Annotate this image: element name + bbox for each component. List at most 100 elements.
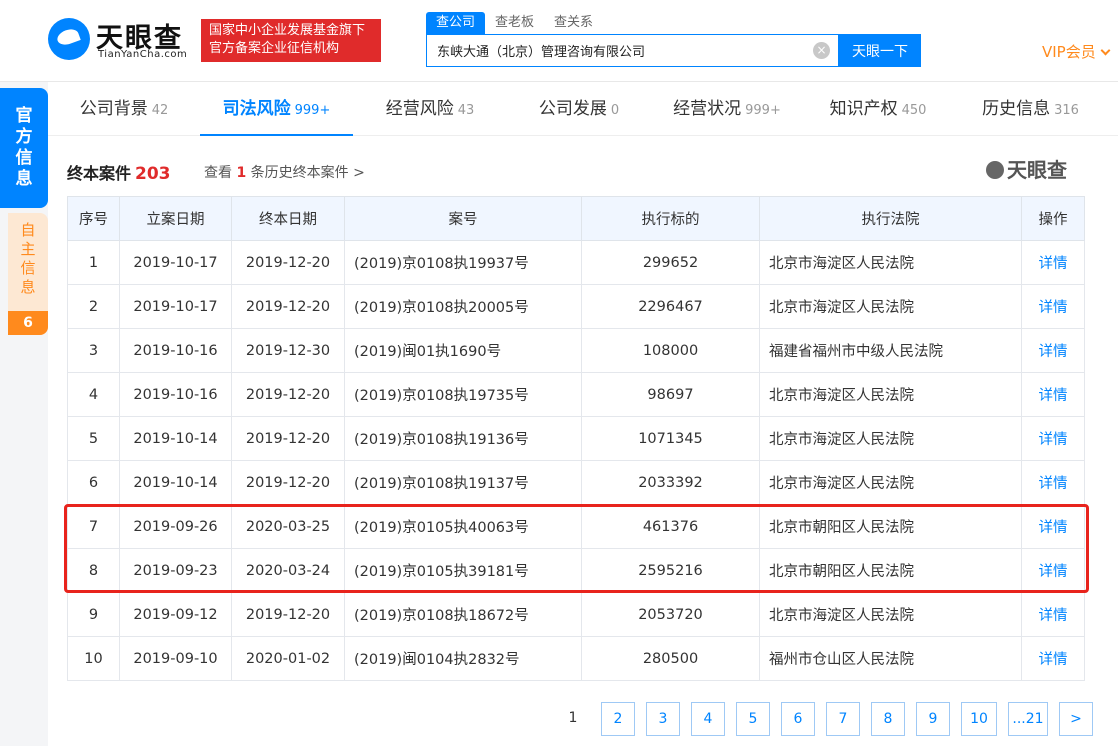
tab-company-background[interactable]: 公司背景 42 (48, 82, 200, 136)
side-tab-self-info[interactable]: 自 主 信 息 6 (8, 213, 48, 335)
cell-end-date: 2019-12-20 (231, 240, 345, 285)
tab-history-info[interactable]: 历史信息 316 (953, 82, 1108, 136)
search-button[interactable]: 天眼一下 (839, 34, 921, 67)
cell-court: 福建省福州市中级人民法院 (759, 328, 1022, 373)
cell-filing-date: 2019-09-10 (119, 636, 232, 681)
cell-amount: 2033392 (581, 460, 760, 505)
cell-court: 北京市海淀区人民法院 (759, 372, 1022, 417)
side-char: 息 (15, 169, 33, 189)
clear-icon[interactable]: × (813, 42, 830, 59)
page-8[interactable]: 8 (871, 702, 905, 736)
cell-case-number: (2019)京0105执39181号 (344, 548, 582, 593)
table-header-row: 序号 立案日期 终本日期 案号 执行标的 执行法院 操作 (67, 196, 1085, 241)
page-2[interactable]: 2 (601, 702, 635, 736)
tab-count: 43 (457, 103, 475, 118)
cell-index: 7 (67, 504, 120, 549)
tab-judicial-risk[interactable]: 司法风险 999+ (200, 82, 353, 136)
cell-case-number: (2019)京0108执19735号 (344, 372, 582, 417)
pagination: 1 2 3 4 5 6 7 8 9 10 ...21 > (556, 702, 1104, 736)
cell-end-date: 2019-12-20 (231, 284, 345, 329)
page-7[interactable]: 7 (826, 702, 860, 736)
detail-link[interactable]: 详情 (1021, 328, 1085, 373)
chevron-down-icon (1100, 45, 1111, 56)
cell-filing-date: 2019-10-16 (119, 372, 232, 417)
cell-filing-date: 2019-10-14 (119, 416, 232, 461)
tab-intellectual-property[interactable]: 知识产权 450 (803, 82, 953, 136)
cell-court: 北京市海淀区人民法院 (759, 592, 1022, 637)
cell-case-number: (2019)京0108执20005号 (344, 284, 582, 329)
notice-line-2: 官方备案企业征信机构 (209, 41, 340, 56)
search-input[interactable] (427, 35, 807, 66)
table-row: 9 2019-09-12 2019-12-20 (2019)京0108执18672号 2… (67, 592, 1085, 637)
detail-link[interactable]: 详情 (1021, 372, 1085, 417)
cell-case-number: (2019)京0108执19136号 (344, 416, 582, 461)
cell-court: 北京市海淀区人民法院 (759, 460, 1022, 505)
cell-index: 3 (67, 328, 120, 373)
cell-index: 10 (67, 636, 120, 681)
detail-link[interactable]: 详情 (1021, 504, 1085, 549)
cell-end-date: 2020-03-25 (231, 504, 345, 549)
cell-case-number: (2019)京0108执18672号 (344, 592, 582, 637)
page-6[interactable]: 6 (781, 702, 815, 736)
detail-link[interactable]: 详情 (1021, 636, 1085, 681)
detail-link[interactable]: 详情 (1021, 548, 1085, 593)
logo-domain: TianYanCha.com (98, 49, 188, 60)
cell-court: 北京市朝阳区人民法院 (759, 548, 1022, 593)
page-last[interactable]: ...21 (1008, 702, 1048, 736)
tab-operating-risk[interactable]: 经营风险 43 (353, 82, 507, 136)
cell-case-number: (2019)闽01执1690号 (344, 328, 582, 373)
tab-label: 经营状况 (673, 99, 742, 119)
table-row: 5 2019-10-14 2019-12-20 (2019)京0108执19136号 1… (67, 416, 1085, 461)
tab-company-development[interactable]: 公司发展 0 (507, 82, 651, 136)
vip-menu[interactable]: VIP会员 (1042, 41, 1111, 62)
cell-court: 北京市朝阳区人民法院 (759, 504, 1022, 549)
cell-end-date: 2019-12-20 (231, 592, 345, 637)
detail-link[interactable]: 详情 (1021, 284, 1085, 329)
cell-amount: 461376 (581, 504, 760, 549)
main-panel: 公司背景 42 司法风险 999+ 经营风险 43 公司发展 0 经营状况 999+ 知识… (48, 82, 1118, 746)
cell-case-number: (2019)京0108执19937号 (344, 240, 582, 285)
cell-end-date: 2020-01-02 (231, 636, 345, 681)
history-cases-link[interactable]: 查看 1 条历史终本案件 > (204, 162, 365, 182)
detail-link[interactable]: 详情 (1021, 240, 1085, 285)
tab-search-relation[interactable]: 查关系 (544, 12, 603, 34)
cell-amount: 98697 (581, 372, 760, 417)
cell-filing-date: 2019-10-17 (119, 240, 232, 285)
page-1[interactable]: 1 (556, 702, 590, 736)
tianyancha-logo[interactable]: 天眼查 TianYanCha.com (48, 16, 193, 62)
cell-index: 2 (67, 284, 120, 329)
page-3[interactable]: 3 (646, 702, 680, 736)
side-char: 方 (15, 127, 33, 147)
side-tab-official-info[interactable]: 官 方 信 息 (0, 88, 48, 208)
cell-filing-date: 2019-09-12 (119, 592, 232, 637)
tab-search-boss[interactable]: 查老板 (485, 12, 544, 34)
next-page-button[interactable]: > (1059, 702, 1093, 736)
tab-search-company[interactable]: 查公司 (426, 12, 486, 34)
side-char: 自 (20, 221, 36, 239)
cell-end-date: 2020-03-24 (231, 548, 345, 593)
detail-link[interactable]: 详情 (1021, 592, 1085, 637)
section-count: 203 (135, 164, 171, 184)
cell-end-date: 2019-12-20 (231, 372, 345, 417)
page-10[interactable]: 10 (961, 702, 997, 736)
table-row: 4 2019-10-16 2019-12-20 (2019)京0108执19735号 9… (67, 372, 1085, 417)
page-9[interactable]: 9 (916, 702, 950, 736)
tab-count: 316 (1054, 103, 1079, 118)
cell-case-number: (2019)京0105执40063号 (344, 504, 582, 549)
col-header: 执行标的 (581, 196, 760, 241)
tab-label: 公司背景 (79, 99, 148, 119)
cell-court: 福州市仓山区人民法院 (759, 636, 1022, 681)
cell-case-number: (2019)京0108执19137号 (344, 460, 582, 505)
search-box: × (426, 34, 839, 67)
table-row: 2 2019-10-17 2019-12-20 (2019)京0108执20005号 2… (67, 284, 1085, 329)
detail-link[interactable]: 详情 (1021, 416, 1085, 461)
history-suffix: 条历史终本案件 > (250, 165, 365, 181)
page-4[interactable]: 4 (691, 702, 725, 736)
detail-link[interactable]: 详情 (1021, 460, 1085, 505)
cell-amount: 2595216 (581, 548, 760, 593)
tab-business-status[interactable]: 经营状况 999+ (651, 82, 803, 136)
table-row: 8 2019-09-23 2020-03-24 (2019)京0105执39181号 2… (67, 548, 1085, 593)
page-5[interactable]: 5 (736, 702, 770, 736)
side-char: 主 (20, 240, 36, 258)
table-row: 7 2019-09-26 2020-03-25 (2019)京0105执40063号 4… (67, 504, 1085, 549)
